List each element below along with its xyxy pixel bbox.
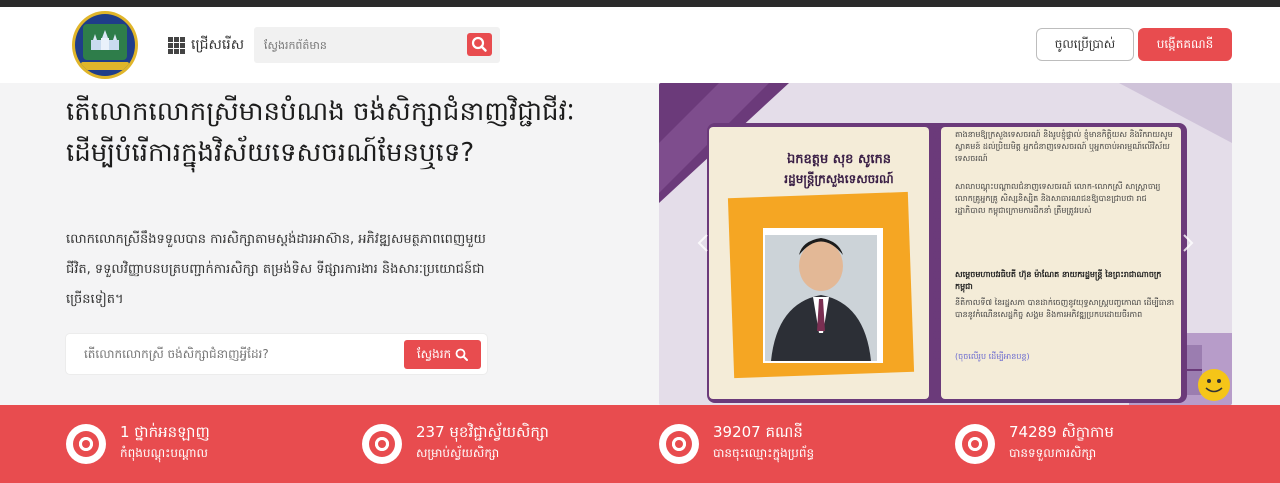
minister-name: ឯកឧត្តម សុខ សូកេន — [787, 152, 891, 167]
target-icon — [362, 424, 402, 464]
target-icon — [955, 424, 995, 464]
header-search-input[interactable] — [264, 35, 454, 55]
course-search-button-label: ស្វែងរក — [416, 346, 452, 361]
temple-icon — [91, 30, 119, 50]
categories-menu-button[interactable]: ជ្រើសរើស — [168, 35, 244, 55]
stat-label: សម្រាប់ស្វ័យសិក្សា — [416, 446, 500, 460]
search-icon — [455, 348, 469, 361]
site-header: ជ្រើសរើស ចូលប្រើប្រាស់ បង្កើតគណនី — [0, 7, 1280, 83]
ministry-logo[interactable] — [72, 11, 138, 79]
search-icon — [471, 36, 487, 52]
hero-title: តើលោកលោកស្រីមានបំណង ចង់សិក្សាជំនាញវិជ្ជា… — [66, 97, 575, 168]
message-highlight: សម្តេចមហាបវរធិបតី ហ៊ុន ម៉ាណែត នាយករដ្ឋមន… — [955, 270, 1162, 291]
register-button[interactable]: បង្កើតគណនី — [1138, 28, 1232, 61]
minister-message-banner[interactable]: ឯកឧត្តម សុខ សូកេន រដ្ឋមន្ត្រីក្រសួងទេសចរ… — [659, 83, 1232, 405]
grid-menu-icon — [168, 36, 185, 54]
message-paragraph-1: តាងនាមឱ្យក្រសួងទេសចរណ៍ និងរូបខ្ញុំផ្ទាល់… — [955, 130, 1173, 163]
stat-value: 39207 គណនី — [713, 423, 803, 441]
course-search-button[interactable]: ស្វែងរក — [404, 340, 481, 369]
read-more-link[interactable]: (ចុចលើរូប ដើម្បីអានបន្ត) — [955, 351, 1155, 363]
minister-title: រដ្ឋមន្ត្រីក្រសួងទេសចរណ៍ — [784, 172, 894, 186]
hero-description: លោកលោកស្រីនឹងទទួលបាន ការសិក្សាតាមស្តង់ដា… — [66, 232, 486, 307]
stats-bar: 1 ថ្នាក់អនឡាញ កំពុងបណ្តុះបណ្តាល 237 មុខវ… — [0, 405, 1280, 483]
target-icon — [66, 424, 106, 464]
message-paragraph-3: នីតិកាលទី៧ នៃរដ្ឋសភា បានដាក់ចេញនូវយុទ្ធស… — [955, 298, 1175, 319]
stat-label: បានទទួលការសិក្សា — [1009, 446, 1097, 460]
target-icon — [659, 424, 699, 464]
stat-label: បានចុះឈ្មោះក្នុងប្រព័ន្ធ — [713, 446, 815, 460]
logo-ribbon — [81, 62, 129, 70]
stat-value: 74289 សិក្ខាកាម — [1009, 423, 1114, 441]
header-search-button[interactable] — [467, 33, 492, 56]
message-paragraph-2: សាលាបណ្តុះបណ្តាលជំនាញទេសចរណ៍ លោក-លោកស្រី… — [955, 182, 1161, 215]
stat-value: 1 ថ្នាក់អនឡាញ — [120, 423, 210, 441]
stat-label: កំពុងបណ្តុះបណ្តាល — [120, 446, 208, 460]
login-button[interactable]: ចូលប្រើប្រាស់ — [1036, 28, 1134, 61]
categories-menu-label: ជ្រើសរើស — [191, 36, 245, 53]
course-search: ស្វែងរក — [66, 334, 487, 374]
browser-top-strip — [0, 0, 1280, 7]
header-search — [254, 27, 500, 63]
course-search-input[interactable] — [84, 344, 384, 364]
stat-value: 237 មុខវិជ្ជាស្វ័យសិក្សា — [416, 423, 549, 441]
